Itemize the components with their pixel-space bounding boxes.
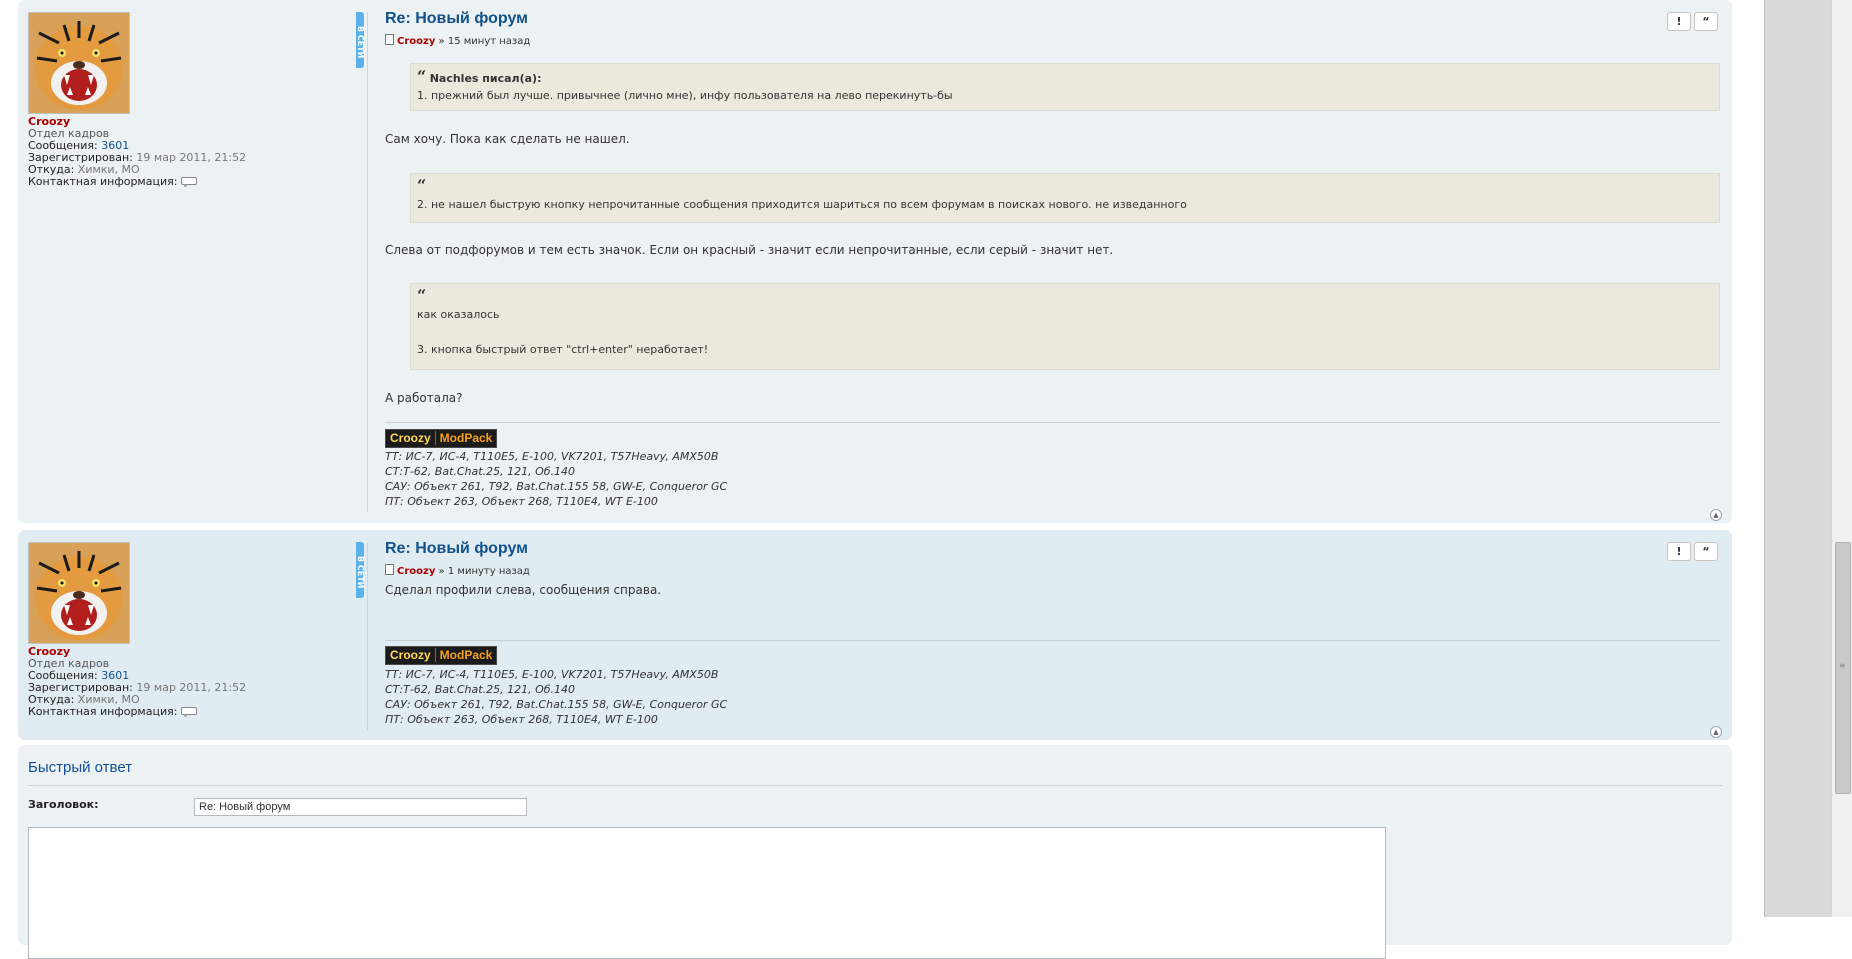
speech-bubble-icon[interactable] (180, 177, 197, 187)
signature-text: ТТ: ИС-7, ИС-4, T110E5, E-100, VK7201, T… (385, 668, 728, 726)
post-icon[interactable] (385, 34, 394, 45)
post-profile: Croozy Отдел кадров Сообщения: 3601 Заре… (28, 12, 358, 188)
signature-text: ТТ: ИС-7, ИС-4, T110E5, E-100, VK7201, T… (385, 450, 728, 508)
message-textarea[interactable] (28, 827, 1386, 959)
back-to-top-icon[interactable]: ▲ (1710, 726, 1722, 738)
post-text: Сделал профили слева, сообщения справа. (385, 583, 662, 597)
post-meta: Croozy » 15 минут назад (385, 34, 1720, 48)
quote-text: как оказалось (417, 308, 500, 321)
quote-block: “ как оказалось 3. кнопка быстрый ответ … (410, 283, 1720, 370)
quote-mark-icon: “ (417, 67, 427, 86)
post-body: Re: Новый форум Croozy » 15 минут назад … (385, 10, 1720, 515)
page-margin (1764, 0, 1831, 917)
profile-contact: Контактная информация: (28, 176, 358, 188)
scrollbar[interactable]: ≡ (1831, 0, 1852, 917)
signature-divider (385, 640, 1720, 641)
quote-mark-icon: “ (417, 176, 427, 195)
post: Croozy Отдел кадров Сообщения: 3601 Заре… (18, 530, 1732, 740)
quote-text: 2. не нашел быструю кнопку непрочитанные… (417, 198, 1187, 211)
post-title[interactable]: Re: Новый форум (385, 10, 1720, 28)
post-meta: Croozy » 1 минуту назад (385, 564, 1720, 578)
quick-reply-divider (28, 785, 1722, 786)
quick-reply-title: Быстрый ответ (28, 759, 133, 776)
quote-block: “ Nachles писал(а): 1. прежний был лучше… (410, 63, 1720, 111)
subject-input[interactable] (194, 798, 527, 816)
back-to-top-icon[interactable]: ▲ (1710, 509, 1722, 521)
quote-text: 1. прежний был лучше. привычнее (лично м… (417, 89, 953, 102)
post-text: Сам хочу. Пока как сделать не нашел. (385, 132, 630, 146)
scrollbar-grip-icon: ≡ (1839, 661, 1846, 670)
post-body: Re: Новый форум Croozy » 1 минуту назад … (385, 540, 1720, 735)
post-title[interactable]: Re: Новый форум (385, 540, 1720, 558)
online-label: В СЕТИ (356, 25, 365, 59)
speech-bubble-icon[interactable] (180, 707, 197, 717)
post-author-link[interactable]: Croozy (397, 566, 435, 577)
signature-badge: Croozy ModPack (385, 646, 498, 665)
page: Croozy Отдел кадров Сообщения: 3601 Заре… (0, 0, 1764, 959)
signature-badge: Croozy ModPack (385, 429, 498, 448)
post-text: Слева от подфорумов и тем есть значок. Е… (385, 243, 1114, 257)
avatar[interactable] (28, 542, 130, 644)
quote-cite: Nachles писал(а): (429, 72, 542, 85)
post: Croozy Отдел кадров Сообщения: 3601 Заре… (18, 0, 1732, 523)
signature-divider (385, 422, 1720, 423)
post-profile: Croozy Отдел кадров Сообщения: 3601 Заре… (28, 542, 358, 718)
post-time: 1 минуту назад (447, 566, 530, 577)
subject-label: Заголовок: (28, 798, 99, 811)
quote-mark-icon: “ (417, 286, 427, 305)
post-divider (367, 12, 368, 512)
post-time: 15 минут назад (447, 36, 531, 47)
post-icon[interactable] (385, 564, 394, 575)
avatar[interactable] (28, 12, 130, 114)
quote-text: 3. кнопка быстрый ответ "ctrl+enter" нер… (417, 343, 709, 356)
post-divider (367, 542, 368, 730)
online-label: В СЕТИ (356, 555, 365, 589)
quote-block: “ 2. не нашел быструю кнопку непрочитанн… (410, 173, 1720, 223)
quick-reply-panel: Быстрый ответ Заголовок: (18, 745, 1732, 959)
post-author-link[interactable]: Croozy (397, 36, 435, 47)
post-text: А работала? (385, 391, 463, 405)
profile-contact: Контактная информация: (28, 706, 358, 718)
